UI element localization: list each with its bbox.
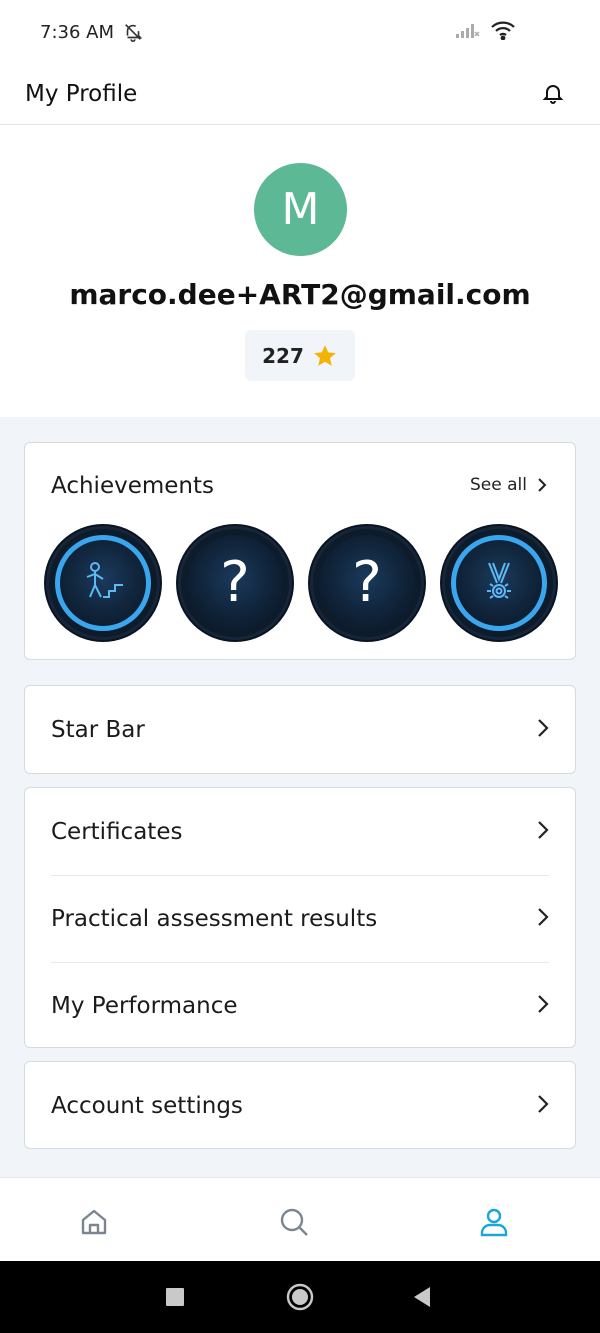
profile-header: M marco.dee+ART2@gmail.com 227 — [0, 125, 600, 417]
chevron-right-icon — [538, 719, 549, 737]
points-value: 227 — [262, 343, 304, 368]
achievement-badges: ? ? — [49, 529, 553, 637]
records-card: Certificates Practical assessment result… — [24, 787, 576, 1048]
status-bar: 7:36 AM — [0, 0, 600, 64]
notifications-button[interactable] — [536, 76, 570, 110]
chevron-right-icon — [538, 995, 549, 1013]
app-bar: My Profile — [0, 64, 600, 125]
search-icon — [280, 1208, 308, 1236]
circle-icon — [286, 1283, 314, 1311]
achievements-card: Achievements See all ? ? — [24, 442, 576, 660]
recents-button[interactable] — [157, 1279, 193, 1315]
chevron-right-icon — [538, 1095, 549, 1113]
question-mark-icon: ? — [220, 550, 250, 615]
status-time: 7:36 AM — [40, 21, 114, 43]
wifi-icon — [490, 20, 516, 44]
menu-item-label: Practical assessment results — [51, 905, 378, 932]
menu-item-star-bar[interactable]: Star Bar — [25, 686, 575, 773]
system-nav-bar — [0, 1261, 600, 1333]
page-title: My Profile — [25, 81, 138, 107]
menu-item-account-settings[interactable]: Account settings — [25, 1062, 575, 1149]
locked-badge[interactable]: ? — [181, 529, 289, 637]
star-bar-card[interactable]: Star Bar — [24, 685, 576, 774]
question-mark-icon: ? — [352, 550, 382, 615]
menu-item-my-performance[interactable]: My Performance — [25, 962, 575, 1049]
see-all-link[interactable]: See all — [470, 475, 547, 495]
menu-item-label: Star Bar — [51, 716, 145, 743]
signal-icon — [454, 21, 480, 43]
menu-item-practical-assessment[interactable]: Practical assessment results — [25, 875, 575, 962]
nav-profile[interactable] — [474, 1202, 514, 1242]
home-button[interactable] — [282, 1279, 318, 1315]
status-icons — [454, 20, 560, 44]
profile-content: Achievements See all ? ? Star Bar Certif… — [0, 417, 600, 1177]
chevron-right-icon — [538, 908, 549, 926]
points-badge[interactable]: 227 — [245, 330, 355, 381]
menu-item-certificates[interactable]: Certificates — [25, 788, 575, 875]
medal-icon — [487, 562, 511, 599]
see-all-label: See all — [470, 475, 527, 495]
account-settings-card[interactable]: Account settings — [24, 1061, 576, 1149]
chevron-right-icon — [538, 478, 547, 492]
menu-item-label: My Performance — [51, 992, 238, 1019]
profile-icon — [480, 1208, 508, 1237]
bottom-nav — [0, 1177, 600, 1261]
menu-item-label: Certificates — [51, 818, 183, 845]
menu-item-label: Account settings — [51, 1092, 243, 1119]
nav-search[interactable] — [274, 1202, 314, 1242]
achievements-title: Achievements — [51, 473, 214, 499]
square-icon — [166, 1288, 184, 1306]
locked-badge[interactable]: ? — [313, 529, 421, 637]
back-button[interactable] — [404, 1279, 440, 1315]
notifications-off-icon — [122, 21, 144, 43]
medal-badge[interactable] — [445, 529, 553, 637]
stairs-badge[interactable] — [49, 529, 157, 637]
star-icon — [314, 344, 336, 366]
home-icon — [81, 1209, 107, 1235]
back-triangle-icon — [414, 1287, 430, 1307]
avatar: M — [254, 163, 347, 256]
nav-home[interactable] — [74, 1202, 114, 1242]
chevron-right-icon — [538, 821, 549, 839]
bell-icon — [542, 85, 564, 104]
user-email: marco.dee+ART2@gmail.com — [69, 278, 531, 311]
battery-icon — [526, 25, 560, 39]
stairs-climber-icon — [86, 562, 123, 598]
